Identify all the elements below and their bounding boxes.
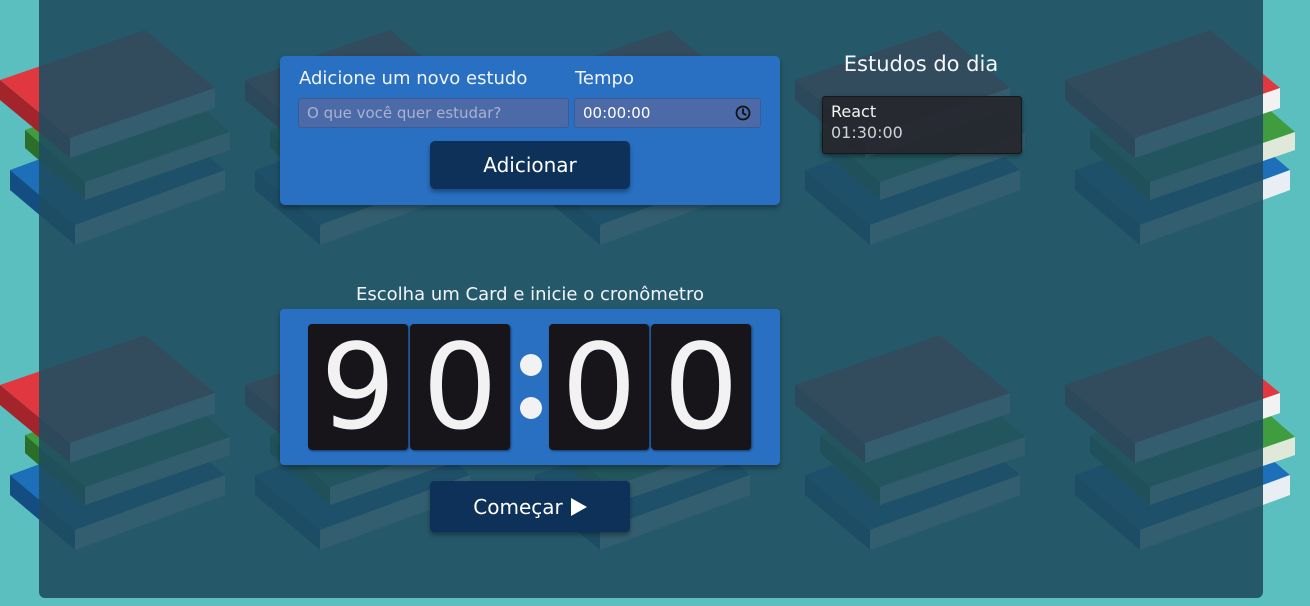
stopwatch-display: 9 0 0 0 <box>280 309 780 465</box>
study-card-time: 01:30:00 <box>831 123 903 142</box>
study-list-title: Estudos do dia <box>843 52 999 76</box>
minute-tens-digit: 9 <box>308 324 408 450</box>
study-input[interactable] <box>298 98 569 128</box>
colon-separator-top <box>520 354 542 376</box>
time-input[interactable]: 00:00:00 <box>574 98 761 128</box>
time-label: Tempo <box>575 68 634 89</box>
second-units-digit: 0 <box>651 324 751 450</box>
second-tens-digit: 0 <box>549 324 649 450</box>
start-button-label: Começar <box>473 494 563 519</box>
minute-units-digit: 0 <box>410 324 510 450</box>
clock-icon[interactable] <box>734 104 752 122</box>
timer-title: Escolha um Card e inicie o cronômetro <box>356 284 704 305</box>
study-card-name: React <box>831 102 877 121</box>
study-label: Adicione um novo estudo <box>299 68 528 89</box>
time-input-value: 00:00:00 <box>583 104 651 122</box>
study-card[interactable]: React 01:30:00 <box>822 96 1022 154</box>
start-button[interactable]: Começar <box>430 481 630 532</box>
colon-separator-bottom <box>520 397 542 419</box>
add-button[interactable]: Adicionar <box>430 141 630 189</box>
play-icon <box>570 497 587 516</box>
new-study-form: Adicione um novo estudo Tempo 00:00:00 A… <box>280 56 780 205</box>
